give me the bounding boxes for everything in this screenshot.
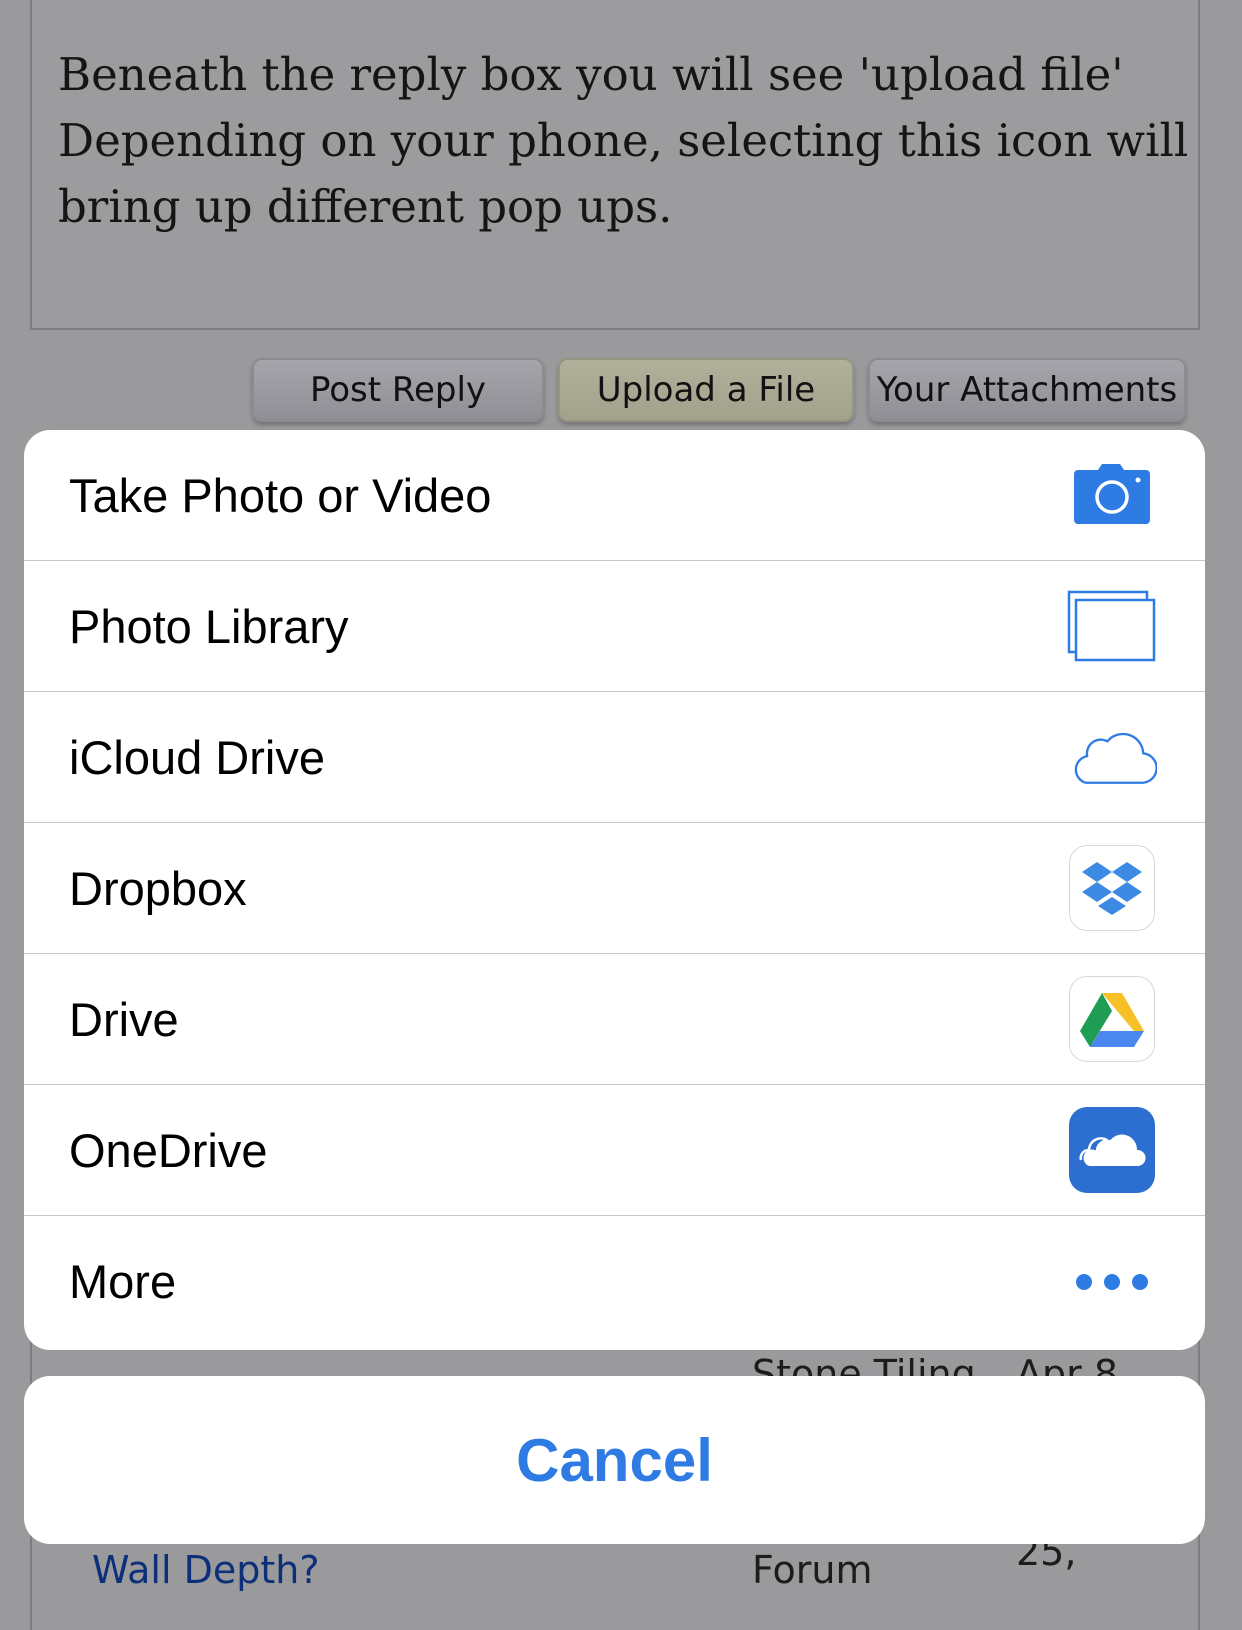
action-dropbox[interactable]: Dropbox [24,823,1205,954]
photo-library-icon [1067,581,1157,671]
action-icloud-drive[interactable]: iCloud Drive [24,692,1205,823]
action-google-drive[interactable]: Drive [24,954,1205,1085]
more-dots-icon [1067,1237,1157,1327]
action-label: More [69,1255,177,1308]
post-reply-button[interactable]: Post Reply [252,358,544,422]
action-label: OneDrive [69,1124,268,1177]
reply-text: Beneath the reply box you will see 'uplo… [58,42,1189,240]
onedrive-icon [1067,1105,1157,1195]
action-onedrive[interactable]: OneDrive [24,1085,1205,1216]
cancel-button[interactable]: Cancel [24,1376,1205,1544]
action-label: iCloud Drive [69,731,325,784]
dropbox-app-tile [1069,845,1155,931]
action-label: Drive [69,993,179,1046]
dropbox-icon [1067,843,1157,933]
google-drive-icon [1067,974,1157,1064]
action-label: Photo Library [69,600,349,653]
reply-line-2: Depending on your phone, selecting this … [58,114,1189,167]
thread-category-2: Forum [752,1548,873,1592]
cancel-label: Cancel [516,1426,713,1494]
your-attachments-button[interactable]: Your Attachments [868,358,1186,422]
reply-textarea[interactable]: Beneath the reply box you will see 'uplo… [30,0,1200,330]
upload-file-button[interactable]: Upload a File [558,358,854,422]
action-take-photo[interactable]: Take Photo or Video [24,430,1205,561]
drive-app-tile [1069,976,1155,1062]
reply-line-1: Beneath the reply box you will see 'uplo… [58,48,1124,101]
action-label: Take Photo or Video [69,469,492,522]
reply-line-3: bring up different pop ups. [58,180,673,233]
action-more[interactable]: More [24,1216,1205,1347]
icloud-icon [1067,712,1157,802]
action-label: Dropbox [69,862,247,915]
onedrive-app-tile [1069,1107,1155,1193]
thread-topic-link[interactable]: Wall Depth? [92,1548,320,1592]
upload-action-sheet: Take Photo or Video Photo Library iCloud… [24,430,1205,1350]
action-photo-library[interactable]: Photo Library [24,561,1205,692]
camera-icon [1067,450,1157,540]
